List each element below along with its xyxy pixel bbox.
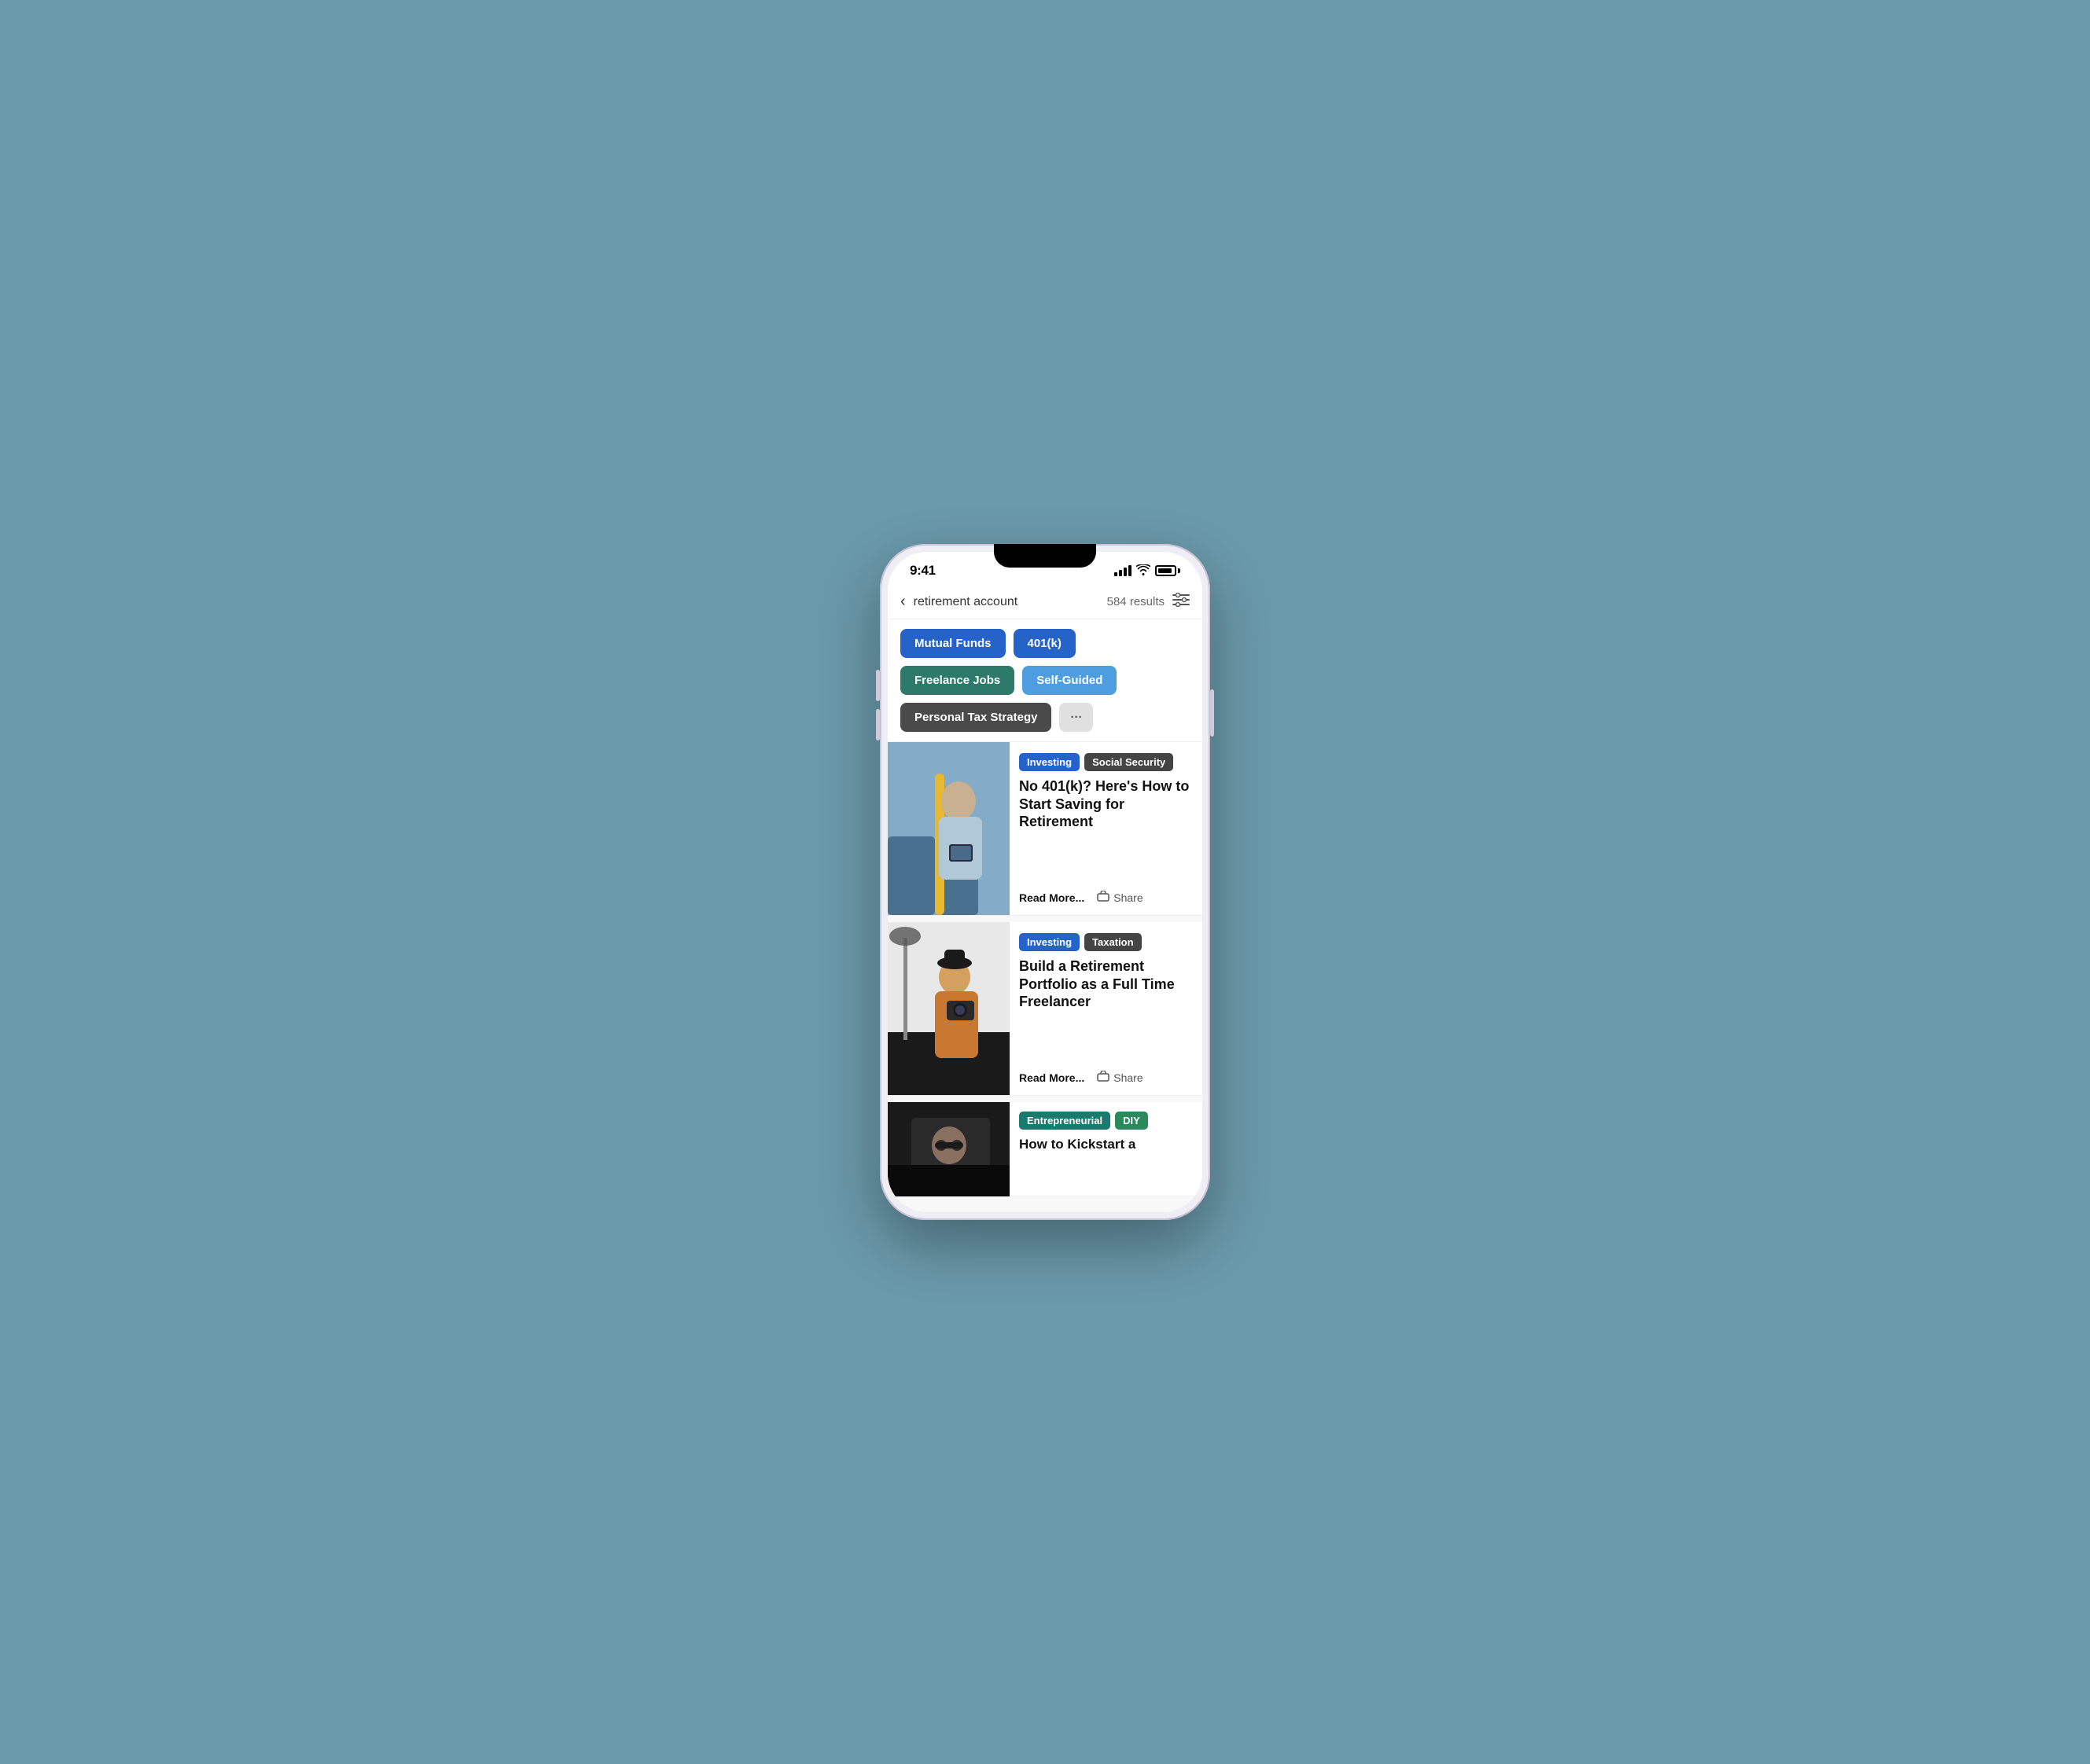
share-icon-1 [1097,891,1109,904]
status-time: 9:41 [910,563,936,579]
tag-diy[interactable]: DIY [1115,1112,1148,1130]
article-card-1: Investing Social Security No 401(k)? Her… [888,742,1202,916]
chip-401k[interactable]: 401(k) [1014,629,1076,658]
volume-down-button[interactable] [876,709,880,741]
search-bar: ‹ retirement account 584 results [888,585,1202,619]
share-label-1: Share [1113,891,1143,904]
article-title-2: Build a Retirement Portfolio as a Full T… [1019,957,1193,1011]
article-3-tags: Entrepreneurial DIY [1019,1112,1193,1130]
article-footer-2: Read More... Share [1019,1071,1193,1084]
search-query-text: retirement account [914,595,1099,609]
articles-list: Investing Social Security No 401(k)? Her… [888,742,1202,1212]
article-1-tags: Investing Social Security [1019,753,1193,771]
article-2-tags: Investing Taxation [1019,933,1193,951]
chip-self-guided[interactable]: Self-Guided [1022,666,1117,695]
share-label-2: Share [1113,1071,1143,1084]
filter-button[interactable] [1172,593,1190,611]
volume-up-button[interactable] [876,670,880,701]
article-image-3 [888,1102,1010,1196]
chip-freelance-jobs[interactable]: Freelance Jobs [900,666,1014,695]
results-count: 584 results [1107,595,1165,608]
phone-screen: 9:41 [888,552,1202,1212]
article-image-1 [888,742,1010,915]
article-content-2: Investing Taxation Build a Retirement Po… [1010,922,1202,1095]
chip-more[interactable]: ··· [1059,703,1093,732]
article-content-3: Entrepreneurial DIY How to Kickstart a [1010,1102,1202,1196]
article-title-1: No 401(k)? Here's How to Start Saving fo… [1019,777,1193,831]
wifi-icon [1136,564,1150,578]
read-more-1[interactable]: Read More... [1019,891,1084,904]
share-icon-2 [1097,1071,1109,1084]
read-more-2[interactable]: Read More... [1019,1071,1084,1084]
tag-social-security[interactable]: Social Security [1084,753,1173,771]
tag-investing-1[interactable]: Investing [1019,753,1080,771]
article-card-3: Entrepreneurial DIY How to Kickstart a [888,1102,1202,1196]
signal-icon [1114,565,1131,576]
status-icons [1114,564,1180,578]
share-button-2[interactable]: Share [1097,1071,1143,1084]
article-content-1: Investing Social Security No 401(k)? Her… [1010,742,1202,915]
chip-mutual-funds[interactable]: Mutual Funds [900,629,1006,658]
share-button-1[interactable]: Share [1097,891,1143,904]
tag-entrepreneurial[interactable]: Entrepreneurial [1019,1112,1110,1130]
tag-investing-2[interactable]: Investing [1019,933,1080,951]
filter-chips-container: Mutual Funds 401(k) Freelance Jobs Self-… [888,619,1202,742]
article-title-3: How to Kickstart a [1019,1136,1193,1152]
chip-personal-tax-strategy[interactable]: Personal Tax Strategy [900,703,1051,732]
article-image-2 [888,922,1010,1095]
phone-frame: 9:41 [880,544,1210,1220]
article-footer-1: Read More... Share [1019,891,1193,904]
power-button[interactable] [1210,689,1214,737]
back-button[interactable]: ‹ [900,593,906,611]
article-card-2: Investing Taxation Build a Retirement Po… [888,922,1202,1096]
notch [994,552,1096,568]
battery-icon [1155,565,1180,576]
tag-taxation[interactable]: Taxation [1084,933,1142,951]
